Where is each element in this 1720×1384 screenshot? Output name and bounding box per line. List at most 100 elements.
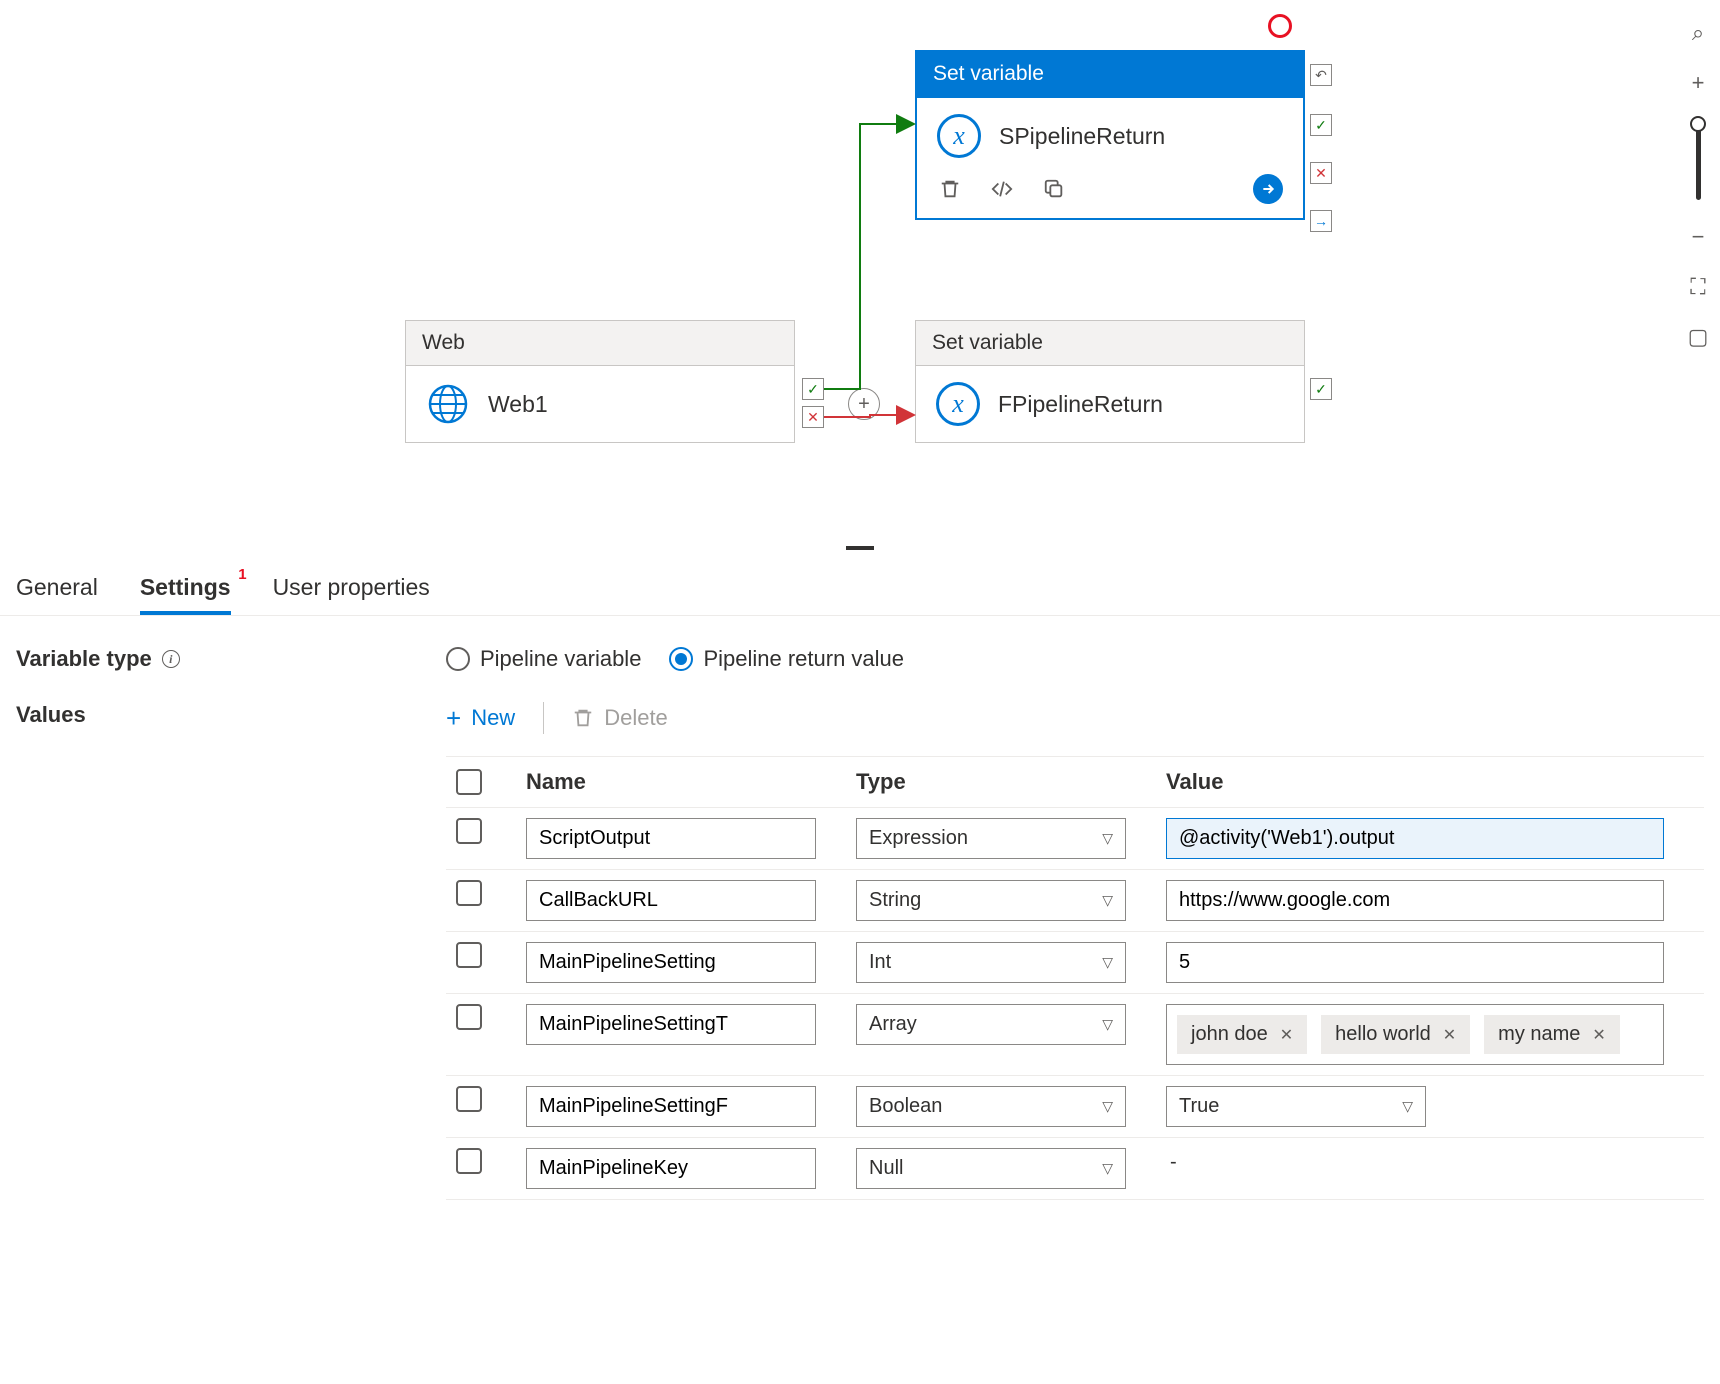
activity-card-web[interactable]: Web Web1 bbox=[405, 320, 795, 443]
name-input[interactable] bbox=[526, 1148, 816, 1189]
type-select-value: Array bbox=[869, 1013, 917, 1036]
type-select-value: Int bbox=[869, 951, 891, 974]
tab-user-properties[interactable]: User properties bbox=[273, 574, 430, 615]
col-header-value: Value bbox=[1166, 769, 1704, 795]
tab-settings[interactable]: Settings 1 bbox=[140, 574, 231, 615]
tab-general[interactable]: General bbox=[16, 574, 98, 615]
arrow-right-icon[interactable] bbox=[1253, 174, 1283, 204]
col-header-type: Type bbox=[856, 769, 1156, 795]
type-select[interactable]: Expression ▽ bbox=[856, 818, 1126, 859]
pipeline-canvas[interactable]: Web Web1 ✓ ✕ + Set variable x SPipelineR… bbox=[0, 0, 1720, 550]
boolean-value-select[interactable]: True ▽ bbox=[1166, 1086, 1426, 1127]
row-checkbox[interactable] bbox=[456, 1004, 482, 1030]
radio-pipeline-return-value[interactable]: Pipeline return value bbox=[669, 646, 904, 672]
activity-card-set-variable-selected[interactable]: Set variable x SPipelineReturn bbox=[915, 50, 1305, 220]
value-select-text: True bbox=[1179, 1095, 1219, 1118]
undo-port-icon[interactable]: ↶ bbox=[1310, 64, 1332, 86]
type-select[interactable]: String▽ bbox=[856, 880, 1126, 921]
row-checkbox[interactable] bbox=[456, 818, 482, 844]
type-select-value: String bbox=[869, 889, 921, 912]
radio-group-variable-type: Pipeline variable Pipeline return value bbox=[446, 646, 1704, 672]
fail-port-icon[interactable]: ✕ bbox=[1310, 162, 1332, 184]
activity-name: SPipelineReturn bbox=[999, 123, 1165, 150]
activity-type-label: Set variable bbox=[916, 321, 1304, 366]
tab-settings-label: Settings bbox=[140, 574, 231, 600]
zoom-slider[interactable] bbox=[1696, 120, 1701, 200]
chevron-down-icon: ▽ bbox=[1402, 1098, 1413, 1115]
table-row: Array▽ john doe✕ hello world✕ my name✕ bbox=[446, 994, 1704, 1076]
tag-text: my name bbox=[1498, 1023, 1580, 1046]
value-input[interactable] bbox=[1166, 880, 1664, 921]
values-toolbar: + New Delete bbox=[446, 702, 1704, 734]
table-row: Boolean▽ True ▽ bbox=[446, 1076, 1704, 1138]
type-select-value: Null bbox=[869, 1157, 903, 1180]
skip-port-icon[interactable]: → bbox=[1310, 210, 1332, 232]
zoom-slider-thumb[interactable] bbox=[1690, 116, 1706, 132]
chevron-down-icon: ▽ bbox=[1102, 1016, 1113, 1033]
checkbox-select-all[interactable] bbox=[456, 769, 482, 795]
fit-screen-icon[interactable]: ⛶ bbox=[1690, 274, 1705, 300]
label-variable-type: Variable type i bbox=[16, 646, 446, 672]
splitter-handle[interactable] bbox=[846, 546, 874, 550]
col-header-name: Name bbox=[526, 769, 846, 795]
name-input[interactable] bbox=[526, 1086, 816, 1127]
name-input[interactable] bbox=[526, 942, 816, 983]
trash-icon bbox=[572, 707, 594, 729]
array-tag-input[interactable]: john doe✕ hello world✕ my name✕ bbox=[1166, 1004, 1664, 1065]
success-port-icon[interactable]: ✓ bbox=[1310, 114, 1332, 136]
delete-button[interactable]: Delete bbox=[572, 705, 668, 731]
activity-card-set-variable-other[interactable]: Set variable x FPipelineReturn bbox=[915, 320, 1305, 443]
remove-tag-icon[interactable]: ✕ bbox=[1592, 1025, 1605, 1045]
table-row: Int▽ bbox=[446, 932, 1704, 994]
zoom-out-icon[interactable]: − bbox=[1692, 224, 1705, 250]
value-input[interactable] bbox=[1166, 942, 1664, 983]
variable-x-icon: x bbox=[936, 382, 980, 426]
copy-icon[interactable] bbox=[1041, 176, 1067, 202]
chevron-down-icon: ▽ bbox=[1102, 830, 1113, 847]
table-row: String▽ bbox=[446, 870, 1704, 932]
activity-type-label: Set variable bbox=[917, 52, 1303, 98]
type-select[interactable]: Int▽ bbox=[856, 942, 1126, 983]
success-port-icon[interactable]: ✓ bbox=[1310, 378, 1332, 400]
name-input[interactable] bbox=[526, 818, 816, 859]
fail-port-icon[interactable]: ✕ bbox=[802, 406, 824, 428]
success-port-icon[interactable]: ✓ bbox=[802, 378, 824, 400]
search-icon[interactable]: ⌕ bbox=[1692, 20, 1704, 46]
row-checkbox[interactable] bbox=[456, 880, 482, 906]
globe-icon bbox=[426, 382, 470, 426]
tab-bar: General Settings 1 User properties bbox=[0, 550, 1720, 616]
box-icon[interactable]: ▢ bbox=[1688, 324, 1709, 350]
value-input[interactable] bbox=[1166, 818, 1664, 859]
red-circle-marker bbox=[1268, 14, 1292, 38]
name-input[interactable] bbox=[526, 1004, 816, 1045]
activity-name: Web1 bbox=[488, 391, 548, 418]
canvas-toolbar: ⌕ + − ⛶ ▢ bbox=[1676, 20, 1720, 350]
row-checkbox[interactable] bbox=[456, 1086, 482, 1112]
zoom-in-icon[interactable]: + bbox=[1692, 70, 1705, 96]
type-select[interactable]: Null ▽ bbox=[856, 1148, 1126, 1189]
radio-label: Pipeline variable bbox=[480, 646, 641, 672]
delete-button-label: Delete bbox=[604, 705, 668, 731]
add-activity-node[interactable]: + bbox=[848, 388, 880, 420]
radio-label: Pipeline return value bbox=[703, 646, 904, 672]
label-values: Values bbox=[16, 702, 446, 728]
tag-text: john doe bbox=[1191, 1023, 1268, 1046]
activity-name: FPipelineReturn bbox=[998, 391, 1163, 418]
info-icon[interactable]: i bbox=[162, 650, 180, 668]
type-select[interactable]: Boolean▽ bbox=[856, 1086, 1126, 1127]
type-select[interactable]: Array ▽ bbox=[856, 1004, 1126, 1045]
variable-x-icon: x bbox=[937, 114, 981, 158]
type-select-value: Expression bbox=[869, 827, 968, 850]
code-icon[interactable] bbox=[989, 176, 1015, 202]
row-checkbox[interactable] bbox=[456, 942, 482, 968]
row-checkbox[interactable] bbox=[456, 1148, 482, 1174]
chevron-down-icon: ▽ bbox=[1102, 1160, 1113, 1177]
remove-tag-icon[interactable]: ✕ bbox=[1443, 1025, 1456, 1045]
array-tag: john doe ✕ bbox=[1177, 1015, 1307, 1054]
name-input[interactable] bbox=[526, 880, 816, 921]
delete-icon[interactable] bbox=[937, 176, 963, 202]
remove-tag-icon[interactable]: ✕ bbox=[1280, 1025, 1293, 1045]
new-button[interactable]: + New bbox=[446, 703, 515, 734]
chevron-down-icon: ▽ bbox=[1102, 1098, 1113, 1115]
radio-pipeline-variable[interactable]: Pipeline variable bbox=[446, 646, 641, 672]
